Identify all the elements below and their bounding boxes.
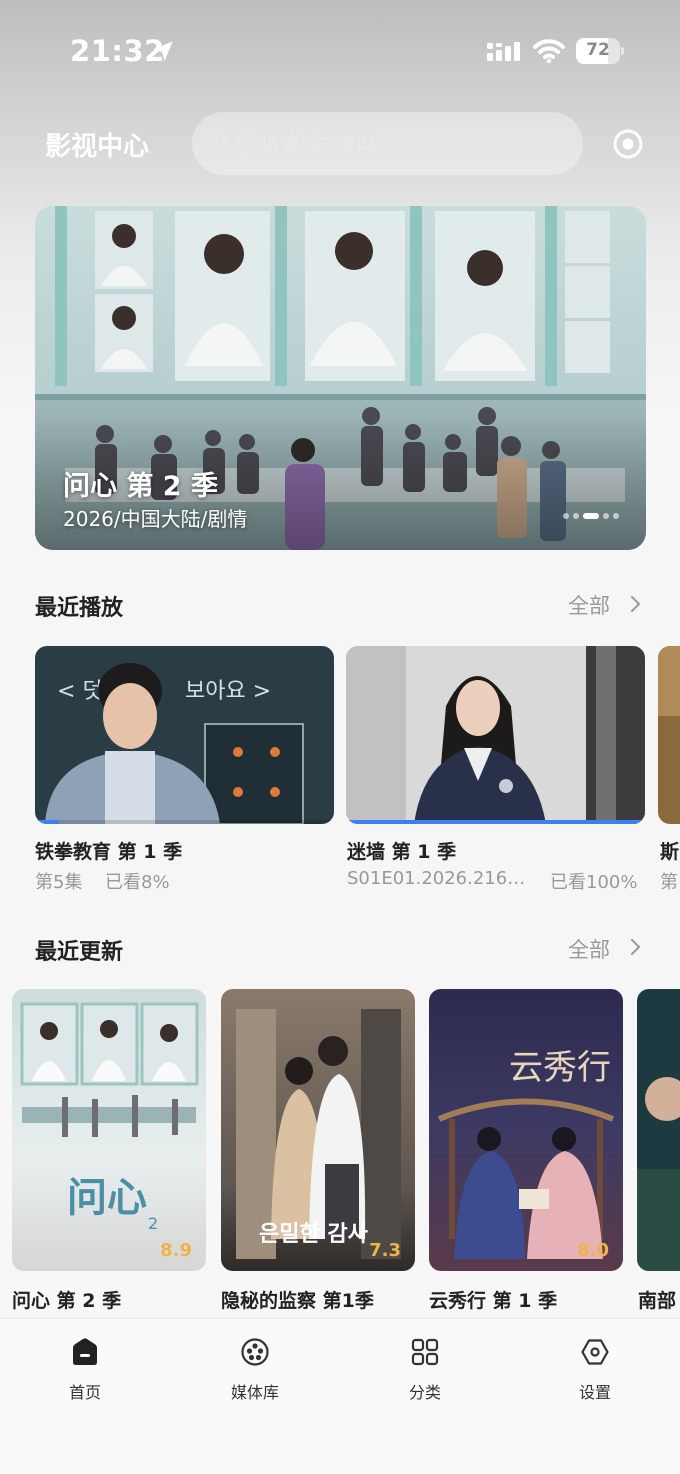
tab-home-label: 首页 [68, 1383, 101, 1402]
film-reel-icon [241, 1338, 269, 1366]
recent-play-see-all[interactable]: 全部 [568, 590, 610, 620]
thumbnail-image [346, 646, 645, 824]
carousel-dot [573, 513, 579, 519]
battery-indicator: 72 [576, 38, 624, 64]
poster-title: 隐秘的监察 第1季 [221, 1290, 374, 1312]
tab-home[interactable]: 首页 [25, 1337, 145, 1407]
recent-play-card[interactable] [658, 646, 680, 824]
poster-rating: 8.9 [160, 1240, 192, 1261]
grid-icon [411, 1338, 439, 1366]
recent-play-progress: 已看100% [550, 872, 638, 893]
recent-play-episode: S01E01.2026.216… [347, 868, 526, 889]
carousel-dot [613, 513, 619, 519]
carousel-dot [563, 513, 569, 519]
recent-play-title: 铁拳教育 第 1 季 [35, 841, 183, 863]
poster-card[interactable]: 云秀行 8.0 [429, 989, 623, 1271]
svg-text:은밀한 감사: 은밀한 감사 [259, 1222, 369, 1247]
thumbnail-image [658, 646, 680, 824]
banner-title: 问心 第 2 季 [63, 471, 218, 502]
poster-title: 南部 [638, 1290, 677, 1312]
poster-rating: 7.3 [369, 1240, 401, 1261]
chevron-right-icon[interactable] [628, 595, 642, 613]
featured-banner[interactable]: 问心 第 2 季 2026/中国大陆/剧情 [35, 206, 646, 550]
svg-text:云秀行: 云秀行 [509, 1048, 611, 1088]
record-icon[interactable] [612, 128, 644, 160]
svg-text:< 덧: < 덧 [57, 679, 103, 704]
tab-settings[interactable]: 设置 [535, 1337, 655, 1407]
poster-image: 云秀行 [429, 989, 623, 1271]
recent-play-title: 迷墙 第 1 季 [347, 841, 457, 863]
carousel-indicator [563, 511, 623, 521]
search-icon [222, 133, 244, 155]
poster-title: 云秀行 第 1 季 [429, 1290, 558, 1312]
recent-play-card[interactable]: < 덧 보아요 > [35, 646, 334, 824]
tab-settings-label: 设置 [578, 1383, 611, 1402]
recent-play-card[interactable] [346, 646, 645, 824]
recent-update-see-all[interactable]: 全部 [568, 934, 610, 964]
settings-hexagon-icon [581, 1339, 609, 1365]
recent-play-heading: 最近播放 [35, 596, 124, 621]
chevron-right-icon[interactable] [628, 938, 642, 956]
recent-play-progress: 已看8% [105, 872, 170, 893]
search-input[interactable] [260, 128, 560, 160]
poster-image [637, 989, 680, 1271]
status-bar: 21:32 72 [0, 0, 680, 100]
svg-text:问心: 问心 [67, 1175, 147, 1221]
carousel-dot [603, 513, 609, 519]
banner-subtitle: 2026/中国大陆/剧情 [63, 507, 248, 531]
tab-categories[interactable]: 分类 [365, 1337, 485, 1407]
battery-percent: 72 [586, 40, 610, 60]
svg-text:2: 2 [148, 1214, 158, 1233]
search-bar[interactable] [192, 112, 583, 175]
tab-media-library-label: 媒体库 [230, 1383, 279, 1402]
thumbnail-image: < 덧 보아요 > [35, 646, 334, 824]
recent-play-episode: 第 [660, 872, 678, 893]
poster-title: 问心 第 2 季 [12, 1290, 122, 1312]
app-title: 影视中心 [45, 132, 150, 162]
tab-media-library[interactable]: 媒体库 [195, 1337, 315, 1407]
location-arrow-icon [153, 41, 173, 61]
recent-play-title: 斯 [660, 841, 680, 863]
bottom-tab-bar: 首页 媒体库 分类 设置 [0, 1318, 680, 1474]
poster-card[interactable] [637, 989, 680, 1271]
tab-categories-label: 分类 [408, 1383, 441, 1402]
poster-image: 은밀한 감사 [221, 989, 415, 1271]
poster-image: 问心 2 [12, 989, 206, 1271]
recent-play-episode: 第5集 [35, 872, 83, 893]
poster-card[interactable]: 은밀한 감사 7.3 [221, 989, 415, 1271]
recent-update-heading: 最近更新 [35, 940, 124, 965]
carousel-dot-active [583, 513, 599, 519]
home-icon [73, 1338, 97, 1365]
wifi-icon [533, 39, 565, 64]
cellular-signal-icon [487, 42, 520, 61]
svg-text:보아요 >: 보아요 > [185, 679, 271, 704]
poster-card[interactable]: 问心 2 8.9 [12, 989, 206, 1271]
poster-rating: 8.0 [577, 1240, 609, 1261]
